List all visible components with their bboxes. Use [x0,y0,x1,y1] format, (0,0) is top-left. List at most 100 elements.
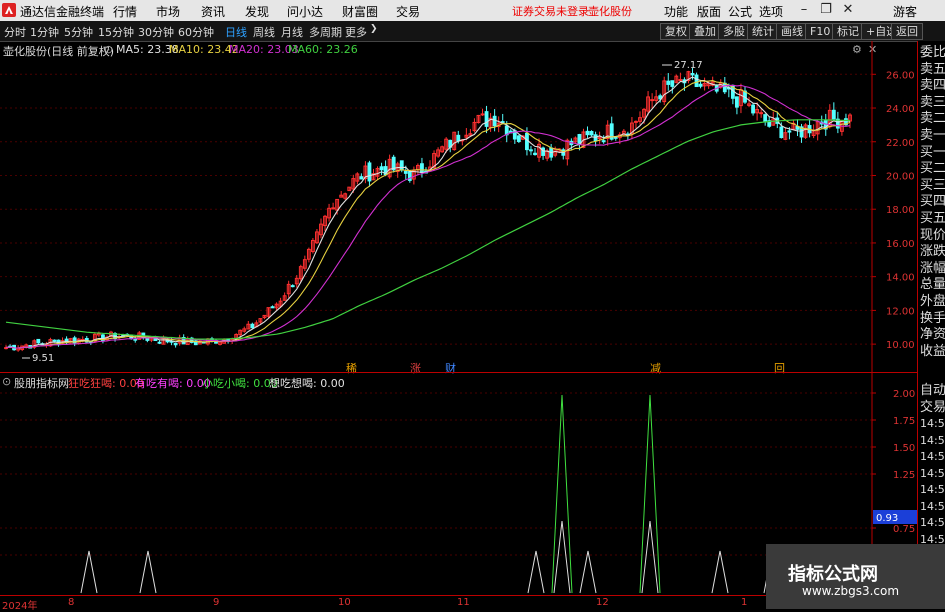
indicator-spike-green [639,394,661,594]
candle-body [787,130,792,133]
time-label-dec: 12 [596,597,609,608]
restore-icon[interactable]: ❐ [818,2,834,18]
menu-zixun[interactable]: 资讯 [201,3,225,20]
time-label-aug: 8 [68,597,75,608]
period-more[interactable]: 更多 [345,24,367,40]
indicator-spike-white [579,550,597,594]
user-label[interactable]: 游客 [893,3,917,20]
menu-faxian[interactable]: 发现 [245,3,269,20]
indicator-spikes-layer [80,394,781,594]
candle-body [250,323,255,329]
menu-hangqing[interactable]: 行情 [113,3,137,20]
side-panel-label: 买一 [920,144,945,160]
menu-bar: 通达信金融终端 行情 市场 资讯 发现 问小达 财富圈 交易 证券交易未登录 壶… [0,0,945,22]
side-panel-label: 总量 [920,277,945,293]
candle-body [670,80,675,87]
period-monthly[interactable]: 月线 [281,24,303,40]
minimize-icon[interactable]: – [796,2,812,18]
candle-body [379,166,384,171]
low-price-label: 9.51 [32,353,54,364]
indicator-tick-label: 1.25 [893,470,915,481]
period-15min[interactable]: 15分钟 [98,24,134,40]
ma10-line [5,80,851,349]
candle-body [763,114,768,123]
period-multi[interactable]: 多周期 [309,24,342,40]
candle-body [290,285,295,288]
indicator-tick-label: 0.75 [893,524,915,535]
candle-body [173,342,178,346]
candle-body [359,176,364,180]
diejia-button[interactable]: 叠加 [689,23,721,40]
menu-shichang[interactable]: 市场 [156,3,180,20]
side-panel-label: 涨幅 [920,260,945,276]
indicator-spike-white [711,550,729,594]
huaxian-button[interactable]: 画线 [776,23,808,40]
period-1min[interactable]: 1分钟 [30,24,59,40]
candle-body [145,338,150,341]
indicator-spike-white [527,550,545,594]
side-panel-label: 收益 [920,343,945,359]
candle-body [533,152,537,156]
menu-caifuquan[interactable]: 财富圈 [342,3,378,20]
period-30min[interactable]: 30分钟 [138,24,174,40]
trade-time-label: 14:55 [920,433,945,447]
watermark-title: 指标公式网 [788,564,878,585]
period-fenshi[interactable]: 分时 [4,24,26,40]
quote-side-panel: 委比 卖五 卖四 卖三 卖二 卖一 买一 买二 买三 买四 买五 现价 涨跌 涨幅 总量 外盘 换手 净资 收益 [917,41,945,373]
menu-gongneng[interactable]: 功能 [664,3,688,20]
period-daily[interactable]: 日线 [225,24,247,40]
indicator-tick-label: 1.75 [893,416,915,427]
candle-body [634,120,638,123]
trade-time-label: 14:56 [920,516,945,529]
period-5min[interactable]: 5分钟 [64,24,93,40]
menu-jiaoyi[interactable]: 交易 [396,3,420,20]
duogu-button[interactable]: 多股 [718,23,750,40]
candle-body [36,338,41,344]
price-chart[interactable]: 26.00 24.00 22.00 20.00 18.00 16.00 14.00 12.00… [0,41,917,373]
period-toolbar: 分时 1分钟 5分钟 15分钟 30分钟 60分钟 日线 周线 月线 多周期 更… [0,21,945,42]
candle-body [157,341,162,344]
period-weekly[interactable]: 周线 [253,24,275,40]
menu-wenxiaoda[interactable]: 问小达 [287,3,323,20]
tongji-button[interactable]: 统计 [747,23,779,40]
trade-time-label: 14:55 [920,450,945,463]
side-panel-label: 卖四 [920,78,945,94]
candle-body [541,147,545,156]
candle-body [516,135,521,142]
fuquan-button[interactable]: 复权 [660,23,692,40]
candle-body [367,162,372,182]
indicator-current-value: 0.93 [876,513,898,524]
candle-body [613,136,618,139]
time-label-sep: 9 [213,597,220,608]
candle-body [589,130,594,136]
high-price-label: 27.17 [674,60,703,71]
candle-body [666,80,671,85]
close-icon[interactable]: ✕ [840,2,856,18]
candle-body [529,149,533,152]
time-label-jan: 1 [741,597,748,608]
biaoji-button[interactable]: 标记 [832,23,864,40]
price-tick-label: 24.00 [886,104,915,115]
candle-body [403,170,408,174]
candle-body [751,104,755,114]
candle-body [492,115,497,127]
menu-gongshi[interactable]: 公式 [728,3,752,20]
candle-body [456,134,461,142]
candle-body [735,96,739,108]
back-button[interactable]: 返回 [891,23,923,40]
menu-xuanxiang[interactable]: 选项 [759,3,783,20]
price-tick-label: 20.00 [886,171,915,182]
trade-time-label: 自动 [920,383,945,398]
time-label-oct: 10 [338,597,351,608]
candle-body [525,132,529,151]
login-status[interactable]: 证券交易未登录 [512,3,589,19]
candle-body [484,111,489,127]
more-chevron-icon[interactable]: ❯ [370,24,378,34]
menu-banmian[interactable]: 版面 [697,3,721,20]
side-panel-label: 卖三 [920,94,945,110]
ma5-line [5,76,851,349]
period-60min[interactable]: 60分钟 [178,24,214,40]
candle-body [270,306,275,309]
f10-button[interactable]: F10 [805,23,836,40]
candle-body [698,83,703,87]
